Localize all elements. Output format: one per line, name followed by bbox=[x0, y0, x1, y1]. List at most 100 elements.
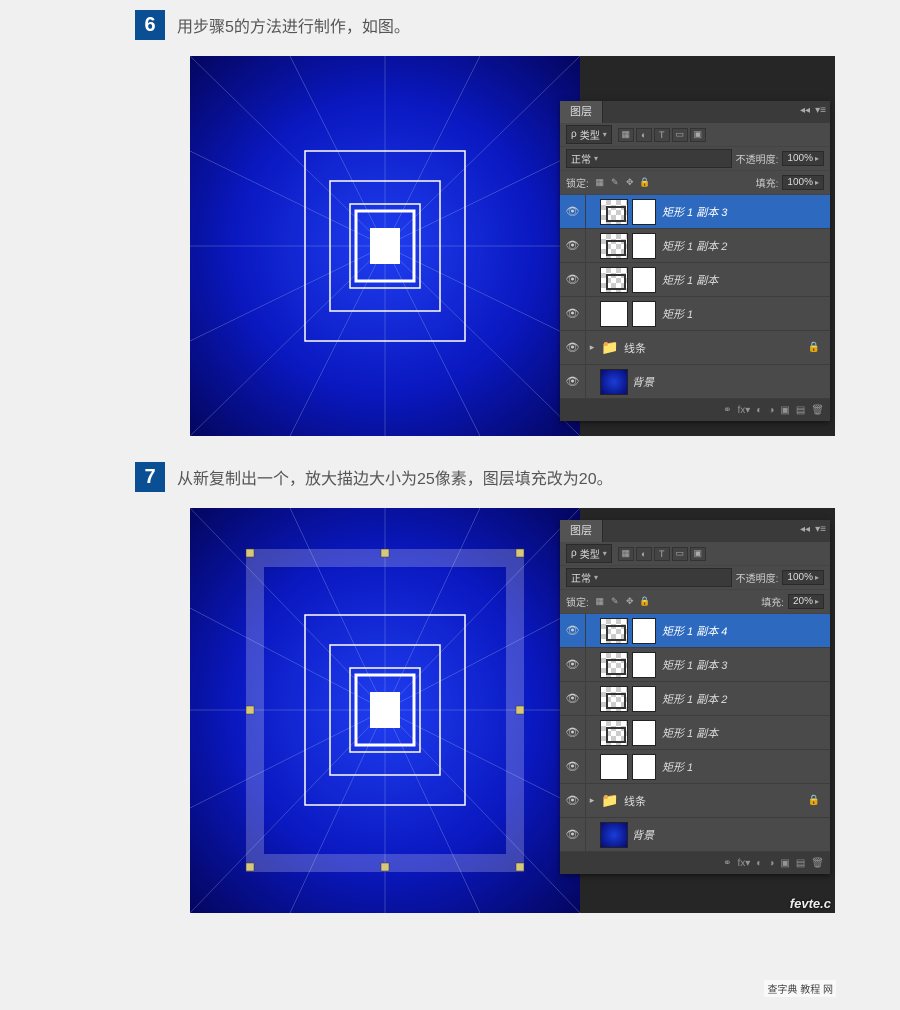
layers-panel-tab[interactable]: 图层 bbox=[560, 101, 603, 123]
filter-adjust-icon[interactable]: ◐ bbox=[636, 547, 652, 561]
panel-menu-icon[interactable]: ▾≡ bbox=[815, 524, 826, 535]
layer-filter-type-dropdown[interactable]: ρ 类型 bbox=[566, 125, 612, 144]
visibility-toggle-icon[interactable]: 👁 bbox=[560, 818, 586, 851]
vector-mask-thumbnail[interactable] bbox=[632, 618, 656, 644]
visibility-toggle-icon[interactable]: 👁 bbox=[560, 229, 586, 262]
trash-icon[interactable]: 🗑 bbox=[811, 405, 824, 416]
visibility-toggle-icon[interactable]: 👁 bbox=[560, 716, 586, 749]
vector-mask-thumbnail[interactable] bbox=[632, 652, 656, 678]
layer-thumbnail[interactable] bbox=[600, 652, 628, 678]
lock-all-icon[interactable]: 🔒 bbox=[638, 595, 652, 609]
lock-brush-icon[interactable]: ✎ bbox=[608, 595, 622, 609]
fx-icon[interactable]: fx▾ bbox=[737, 405, 750, 416]
visibility-toggle-icon[interactable]: 👁 bbox=[560, 750, 586, 783]
layer-name[interactable]: 矩形 1 副本 bbox=[662, 725, 718, 741]
layer-name[interactable]: 矩形 1 副本 2 bbox=[662, 238, 727, 254]
new-layer-icon[interactable]: ▤ bbox=[796, 405, 805, 416]
layer-row[interactable]: 👁 矩形 1 副本 bbox=[560, 716, 830, 750]
filter-pixel-icon[interactable]: ▦ bbox=[618, 547, 634, 561]
layer-name[interactable]: 矩形 1 bbox=[662, 306, 693, 322]
lock-all-icon[interactable]: 🔒 bbox=[638, 176, 652, 190]
layer-name[interactable]: 矩形 1 副本 4 bbox=[662, 623, 727, 639]
layers-panel-tab[interactable]: 图层 bbox=[560, 520, 603, 542]
layer-row[interactable]: 👁 矩形 1 bbox=[560, 297, 830, 331]
lock-position-icon[interactable]: ✥ bbox=[623, 176, 637, 190]
expand-chevron-icon[interactable]: ▸ bbox=[586, 795, 598, 806]
vector-mask-thumbnail[interactable] bbox=[632, 720, 656, 746]
visibility-toggle-icon[interactable]: 👁 bbox=[560, 648, 586, 681]
visibility-toggle-icon[interactable]: 👁 bbox=[560, 297, 586, 330]
panel-collapse-icon[interactable]: ◂◂ bbox=[800, 524, 810, 535]
visibility-toggle-icon[interactable]: 👁 bbox=[560, 365, 586, 398]
opacity-value[interactable]: 100% bbox=[782, 570, 824, 585]
vector-mask-thumbnail[interactable] bbox=[632, 267, 656, 293]
layer-name[interactable]: 矩形 1 副本 3 bbox=[662, 657, 727, 673]
mask-icon[interactable]: ◐ bbox=[756, 858, 762, 869]
layer-name[interactable]: 背景 bbox=[632, 374, 654, 390]
layer-thumbnail[interactable] bbox=[600, 301, 628, 327]
layer-row[interactable]: 👁 矩形 1 副本 3 bbox=[560, 648, 830, 682]
layer-row[interactable]: 👁 矩形 1 bbox=[560, 750, 830, 784]
layer-name[interactable]: 线条 bbox=[624, 340, 646, 356]
visibility-toggle-icon[interactable]: 👁 bbox=[560, 614, 586, 647]
layer-name[interactable]: 矩形 1 副本 bbox=[662, 272, 718, 288]
layer-row[interactable]: 👁▸📁线条🔒 bbox=[560, 331, 830, 365]
mask-icon[interactable]: ◐ bbox=[756, 405, 762, 416]
visibility-toggle-icon[interactable]: 👁 bbox=[560, 331, 586, 364]
adjustment-icon[interactable]: ◑ bbox=[768, 858, 774, 869]
layer-row[interactable]: 👁 背景 bbox=[560, 818, 830, 852]
folder-icon[interactable]: ▣ bbox=[780, 405, 789, 416]
folder-icon[interactable]: ▣ bbox=[780, 858, 789, 869]
blend-mode-dropdown[interactable]: 正常 bbox=[566, 568, 732, 587]
layer-row[interactable]: 👁 矩形 1 副本 2 bbox=[560, 229, 830, 263]
vector-mask-thumbnail[interactable] bbox=[632, 301, 656, 327]
layer-row[interactable]: 👁 矩形 1 副本 3 bbox=[560, 195, 830, 229]
vector-mask-thumbnail[interactable] bbox=[632, 754, 656, 780]
blend-mode-dropdown[interactable]: 正常 bbox=[566, 149, 732, 168]
fx-icon[interactable]: fx▾ bbox=[737, 858, 750, 869]
layer-thumbnail[interactable] bbox=[600, 233, 628, 259]
layer-thumbnail[interactable] bbox=[600, 618, 628, 644]
filter-type-icon[interactable]: T bbox=[654, 128, 670, 142]
layer-name[interactable]: 矩形 1 副本 3 bbox=[662, 204, 727, 220]
layer-lock-icon[interactable]: 🔒 bbox=[808, 795, 820, 806]
filter-adjust-icon[interactable]: ◐ bbox=[636, 128, 652, 142]
layer-thumbnail[interactable] bbox=[600, 369, 628, 395]
layer-name[interactable]: 背景 bbox=[632, 827, 654, 843]
lock-position-icon[interactable]: ✥ bbox=[623, 595, 637, 609]
layer-row[interactable]: 👁▸📁线条🔒 bbox=[560, 784, 830, 818]
visibility-toggle-icon[interactable]: 👁 bbox=[560, 195, 586, 228]
layer-name[interactable]: 矩形 1 副本 2 bbox=[662, 691, 727, 707]
lock-transparency-icon[interactable]: ▦ bbox=[593, 176, 607, 190]
expand-chevron-icon[interactable]: ▸ bbox=[586, 342, 598, 353]
vector-mask-thumbnail[interactable] bbox=[632, 199, 656, 225]
vector-mask-thumbnail[interactable] bbox=[632, 233, 656, 259]
visibility-toggle-icon[interactable]: 👁 bbox=[560, 784, 586, 817]
layer-thumbnail[interactable] bbox=[600, 267, 628, 293]
layer-thumbnail[interactable] bbox=[600, 686, 628, 712]
layer-thumbnail[interactable] bbox=[600, 754, 628, 780]
fill-value[interactable]: 100% bbox=[782, 175, 824, 190]
adjustment-icon[interactable]: ◑ bbox=[768, 405, 774, 416]
fill-value[interactable]: 20% bbox=[788, 594, 824, 609]
layer-thumbnail[interactable] bbox=[600, 720, 628, 746]
filter-smart-icon[interactable]: ▣ bbox=[690, 547, 706, 561]
filter-shape-icon[interactable]: ▭ bbox=[672, 547, 688, 561]
layer-row[interactable]: 👁 矩形 1 副本 2 bbox=[560, 682, 830, 716]
visibility-toggle-icon[interactable]: 👁 bbox=[560, 263, 586, 296]
trash-icon[interactable]: 🗑 bbox=[811, 858, 824, 869]
visibility-toggle-icon[interactable]: 👁 bbox=[560, 682, 586, 715]
layer-row[interactable]: 👁 背景 bbox=[560, 365, 830, 399]
lock-brush-icon[interactable]: ✎ bbox=[608, 176, 622, 190]
layer-row[interactable]: 👁 矩形 1 副本 bbox=[560, 263, 830, 297]
link-layers-icon[interactable]: ⚭ bbox=[723, 858, 731, 869]
filter-type-icon[interactable]: T bbox=[654, 547, 670, 561]
layer-thumbnail[interactable] bbox=[600, 199, 628, 225]
panel-menu-icon[interactable]: ▾≡ bbox=[815, 105, 826, 116]
layer-name[interactable]: 矩形 1 bbox=[662, 759, 693, 775]
opacity-value[interactable]: 100% bbox=[782, 151, 824, 166]
lock-transparency-icon[interactable]: ▦ bbox=[593, 595, 607, 609]
link-layers-icon[interactable]: ⚭ bbox=[723, 405, 731, 416]
panel-collapse-icon[interactable]: ◂◂ bbox=[800, 105, 810, 116]
layer-filter-type-dropdown[interactable]: ρ 类型 bbox=[566, 544, 612, 563]
